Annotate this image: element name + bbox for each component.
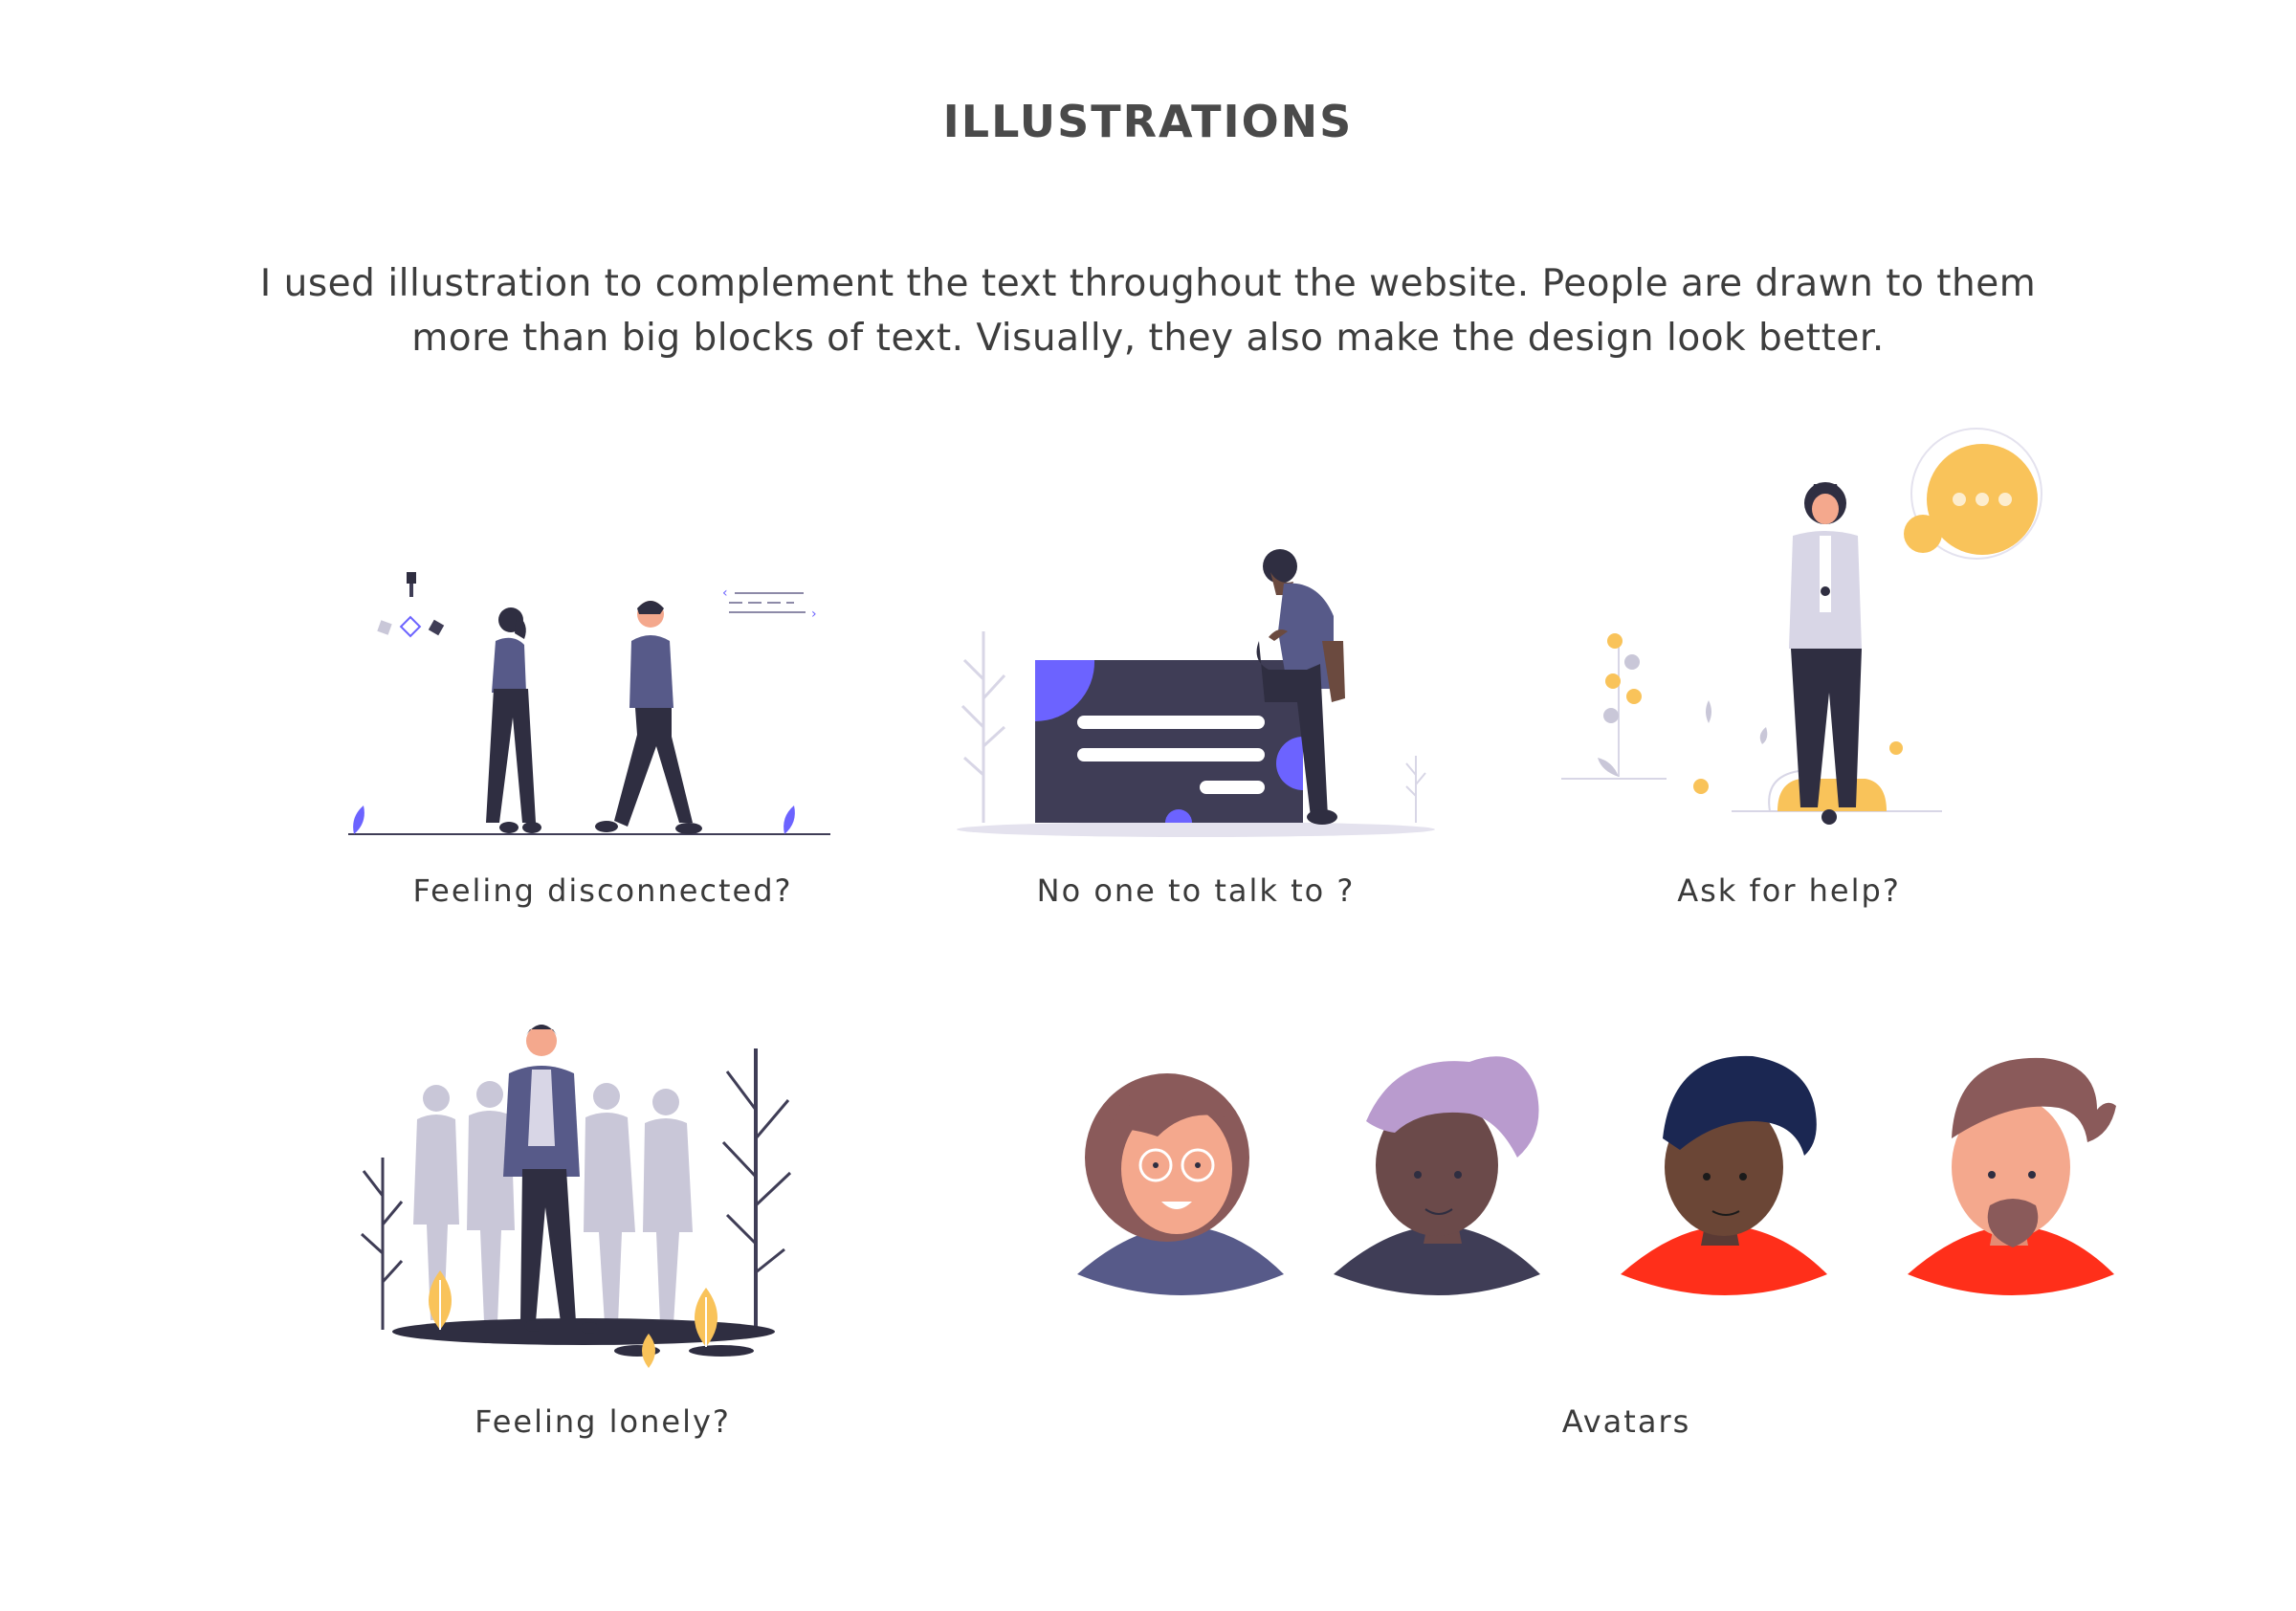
people-walking-icon: ‹ › [348,572,830,835]
page-title: ILLUSTRATIONS [942,96,1354,147]
intro-line-2: more than big blocks of text. Visually, … [411,317,1885,360]
intro-text: I used illustration to complement the te… [191,256,2105,365]
intro-line-1: I used illustration to complement the te… [259,262,2037,305]
caption-avatars: Avatars [1561,1403,1691,1440]
man-on-sign-icon [957,549,1435,837]
avatar-2-icon [1334,1056,1540,1295]
caption-no-one-to-talk-to: No one to talk to ? [1036,872,1356,909]
caption-feeling-lonely: Feeling lonely? [475,1403,731,1440]
avatar-4-icon [1908,1057,2116,1295]
woman-chat-bubble-icon [1561,428,2042,825]
svg-text:‹: ‹ [722,585,728,601]
caption-ask-for-help: Ask for help? [1677,872,1901,909]
avatar-3-icon [1621,1055,1827,1295]
svg-text:›: › [811,607,817,622]
caption-feeling-disconnected: Feeling disconnected? [412,872,793,909]
avatar-1-icon [1077,1073,1284,1295]
avatar-faces-icon [1077,1055,2116,1295]
lonely-crowd-icon [360,1025,792,1368]
